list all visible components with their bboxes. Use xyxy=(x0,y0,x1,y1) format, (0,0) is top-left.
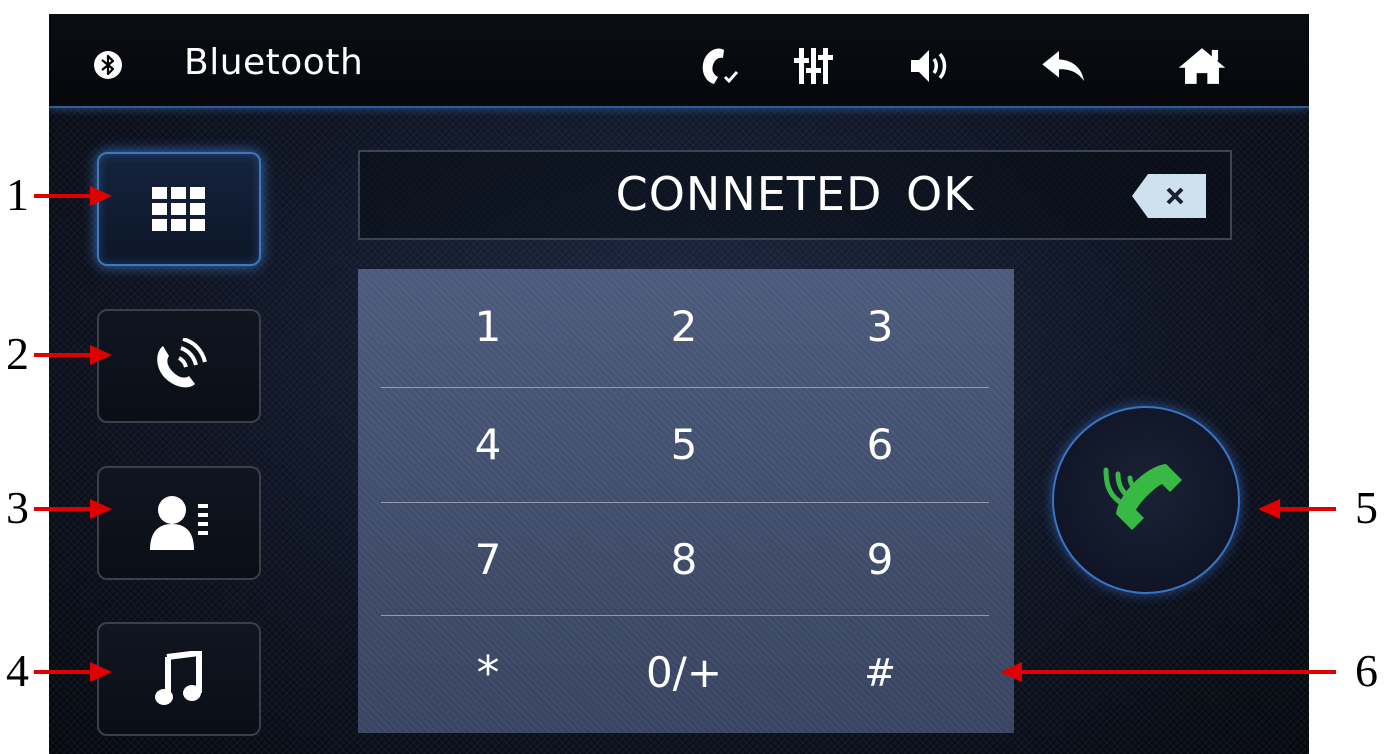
volume-icon[interactable] xyxy=(907,44,957,88)
sidebar-item-music[interactable] xyxy=(97,622,261,736)
equalizer-icon[interactable] xyxy=(789,44,839,88)
key-2[interactable]: 2 xyxy=(586,269,782,384)
key-9[interactable]: 9 xyxy=(782,502,978,617)
callout-4: 4 xyxy=(6,645,29,696)
key-7[interactable]: 7 xyxy=(390,502,586,617)
callout-arrow-5 xyxy=(1258,499,1336,519)
back-icon[interactable] xyxy=(1039,44,1089,88)
callout-arrow-2 xyxy=(34,345,112,365)
key-1[interactable]: 1 xyxy=(390,269,586,384)
sidebar-item-dialpad[interactable] xyxy=(97,152,261,266)
dialpad-icon xyxy=(152,187,205,231)
keypad-row: 1 2 3 xyxy=(358,269,1014,384)
bluetooth-icon xyxy=(94,51,122,79)
callout-arrow-4 xyxy=(34,662,112,682)
head-unit-screen: Bluetooth CONNETED OK 1 2 3 4 5 6 7 8 9 … xyxy=(49,14,1309,754)
number-display: CONNETED OK xyxy=(358,150,1232,240)
key-star[interactable]: * xyxy=(390,615,586,730)
key-4[interactable]: 4 xyxy=(390,387,586,502)
key-6[interactable]: 6 xyxy=(782,387,978,502)
home-icon[interactable] xyxy=(1177,44,1227,88)
key-hash[interactable]: # xyxy=(782,615,978,730)
keypad-row: 4 5 6 xyxy=(358,387,1014,502)
phone-call-icon xyxy=(1103,464,1182,530)
phone-ringing-icon xyxy=(157,338,207,388)
sidebar-item-call-log[interactable] xyxy=(97,309,261,423)
keypad-row: * 0/+ # xyxy=(358,615,1014,730)
key-8[interactable]: 8 xyxy=(586,502,782,617)
callout-5: 5 xyxy=(1355,482,1378,533)
page-title: Bluetooth xyxy=(184,42,364,83)
callout-6: 6 xyxy=(1355,645,1378,696)
callout-arrow-3 xyxy=(34,499,112,519)
phone-check-icon[interactable] xyxy=(694,44,744,88)
callout-2: 2 xyxy=(6,328,29,379)
key-3[interactable]: 3 xyxy=(782,269,978,384)
callout-1: 1 xyxy=(6,169,29,220)
key-5[interactable]: 5 xyxy=(586,387,782,502)
backspace-icon[interactable] xyxy=(1130,172,1210,220)
callout-arrow-6 xyxy=(1000,662,1336,682)
music-note-icon xyxy=(155,651,202,705)
dial-keypad: 1 2 3 4 5 6 7 8 9 * 0/+ # xyxy=(358,269,1014,733)
key-zero-plus[interactable]: 0/+ xyxy=(586,615,782,730)
sidebar-item-contacts[interactable] xyxy=(97,466,261,580)
call-button[interactable] xyxy=(1052,406,1240,594)
contacts-icon xyxy=(150,496,208,550)
status-text: CONNETED OK xyxy=(615,167,975,221)
keypad-row: 7 8 9 xyxy=(358,502,1014,617)
callout-3: 3 xyxy=(6,482,29,533)
callout-arrow-1 xyxy=(34,186,112,206)
top-bar: Bluetooth xyxy=(49,14,1309,108)
